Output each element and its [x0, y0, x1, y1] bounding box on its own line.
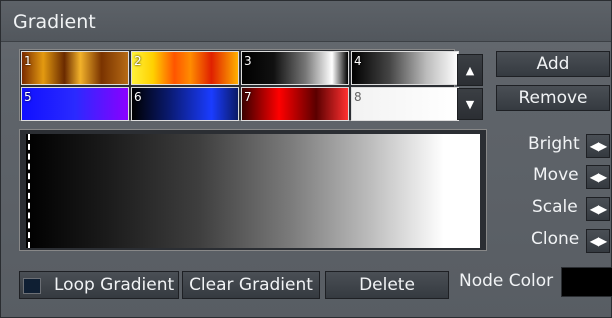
preset-4[interactable]: 4	[351, 51, 459, 85]
scale-label: Scale	[532, 197, 578, 217]
scroll-down-button[interactable]: ▼	[457, 88, 483, 120]
preset-8[interactable]: 8	[351, 87, 459, 121]
preset-5[interactable]: 5	[21, 87, 129, 121]
preset-6[interactable]: 6	[131, 87, 239, 121]
move-label: Move	[533, 165, 579, 185]
preset-number: 7	[244, 90, 252, 104]
clone-spin[interactable]: ◀▶	[586, 229, 610, 253]
preset-number: 4	[354, 54, 362, 68]
bright-label: Bright	[528, 134, 580, 154]
preset-1[interactable]: 1	[21, 51, 129, 85]
clone-label: Clone	[531, 229, 580, 249]
gradient-presets: 1 2 3 4 5 6 7 8	[19, 49, 459, 121]
move-spin[interactable]: ◀▶	[586, 165, 610, 189]
node-color-swatch[interactable]	[561, 267, 612, 297]
loop-gradient-label: Loop Gradient	[54, 275, 175, 295]
bright-spin[interactable]: ◀▶	[586, 134, 610, 158]
preset-number: 3	[244, 54, 252, 68]
loop-gradient-checkbox[interactable]	[23, 278, 41, 294]
add-button[interactable]: Add	[496, 51, 610, 77]
preset-3[interactable]: 3	[241, 51, 349, 85]
loop-gradient-button[interactable]: Loop Gradient	[19, 271, 179, 299]
scroll-up-button[interactable]: ▲	[457, 54, 483, 86]
preset-number: 1	[24, 54, 32, 68]
arrow-down-icon: ▼	[465, 97, 475, 111]
gradient-preview-frame	[19, 129, 487, 251]
scale-spin[interactable]: ◀▶	[586, 197, 610, 221]
preset-number: 8	[354, 90, 362, 104]
preset-number: 6	[134, 90, 142, 104]
gradient-panel: Gradient 1 2 3 4 5 6 7 8 ▲ ▼ Add Remove …	[0, 0, 612, 318]
node-color-label: Node Color	[459, 271, 554, 291]
left-right-arrows-icon: ◀▶	[589, 202, 607, 216]
arrow-up-icon: ▲	[465, 63, 475, 77]
remove-button[interactable]: Remove	[496, 85, 610, 111]
left-right-arrows-icon: ◀▶	[589, 139, 607, 153]
gradient-preview[interactable]	[26, 134, 480, 248]
preset-7[interactable]: 7	[241, 87, 349, 121]
left-right-arrows-icon: ◀▶	[589, 234, 607, 248]
preset-2[interactable]: 2	[131, 51, 239, 85]
preset-number: 5	[24, 90, 32, 104]
clear-gradient-button[interactable]: Clear Gradient	[182, 271, 320, 299]
left-right-arrows-icon: ◀▶	[589, 170, 607, 184]
preset-number: 2	[134, 54, 142, 68]
delete-button[interactable]: Delete	[325, 271, 449, 299]
title-bar: Gradient	[1, 1, 611, 42]
panel-title: Gradient	[13, 11, 96, 33]
